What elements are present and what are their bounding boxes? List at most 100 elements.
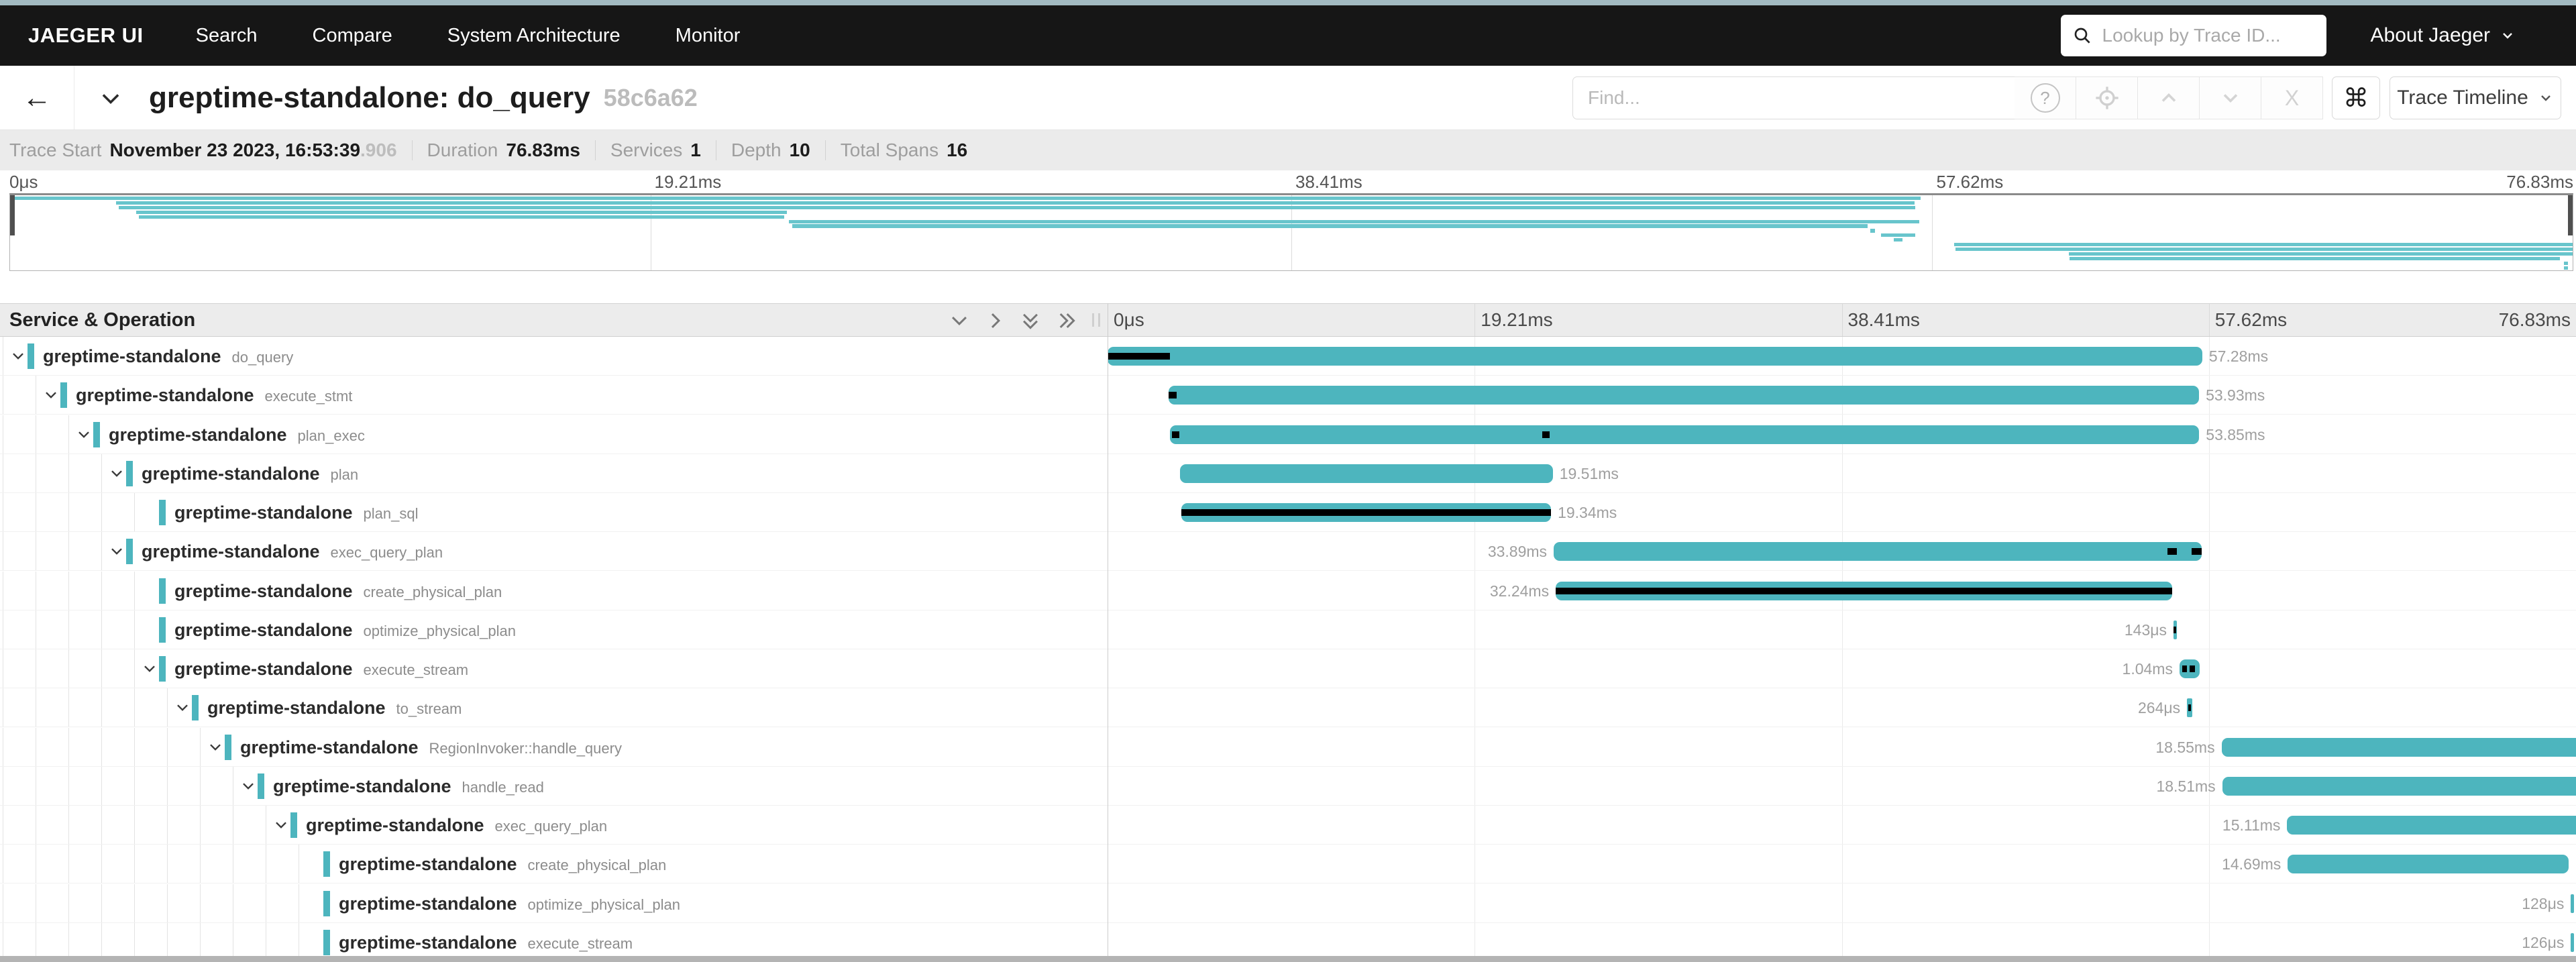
- find-box[interactable]: [1572, 76, 2015, 119]
- collapse-all-icon[interactable]: [1018, 309, 1042, 335]
- collapse-one-icon[interactable]: [947, 309, 971, 335]
- span-duration-bar[interactable]: [1108, 347, 2202, 366]
- nav-item-search[interactable]: Search: [196, 25, 258, 47]
- service-color-bar: [323, 891, 330, 916]
- span-service-name[interactable]: greptime-standaloneto_stream: [207, 688, 462, 727]
- span-service-name[interactable]: greptime-standaloneoptimize_physical_pla…: [339, 884, 680, 923]
- span-duration-bar[interactable]: [2288, 855, 2569, 873]
- back-button[interactable]: ←: [0, 66, 74, 129]
- span-collapse-chevron[interactable]: [42, 386, 60, 407]
- span-row[interactable]: greptime-standaloneplan_sql 19.34ms: [0, 493, 2576, 532]
- find-input[interactable]: [1587, 87, 1992, 109]
- span-duration-label: 53.85ms: [2206, 415, 2265, 454]
- service-color-bar: [159, 656, 166, 682]
- span-collapse-chevron[interactable]: [174, 699, 191, 720]
- span-service-name[interactable]: greptime-standalonehandle_read: [273, 767, 544, 806]
- span-duration-bar[interactable]: [1181, 503, 1551, 522]
- viewport-right-handle[interactable]: [2568, 195, 2573, 235]
- indent-guide: [134, 806, 135, 844]
- minimap-gridline: [1932, 195, 1933, 270]
- span-row[interactable]: greptime-standalonedo_query 57.28ms: [0, 337, 2576, 376]
- viewport-left-handle[interactable]: [10, 195, 15, 235]
- span-service-name[interactable]: greptime-standaloneplan_exec: [109, 415, 365, 454]
- ruler-tick-label: 57.62ms: [2215, 304, 2287, 336]
- span-duration-bar[interactable]: [1554, 542, 2202, 561]
- span-duration-bar[interactable]: [1169, 386, 2199, 405]
- span-service-name[interactable]: greptime-standaloneexec_query_plan: [142, 532, 443, 571]
- span-service-name[interactable]: greptime-standaloneexec_query_plan: [306, 806, 607, 845]
- find-next-button[interactable]: [2200, 76, 2261, 119]
- app-logo[interactable]: JAEGER UI: [28, 23, 144, 48]
- nav-item-system-architecture[interactable]: System Architecture: [447, 25, 621, 47]
- span-service-name[interactable]: greptime-standaloneexecute_stream: [174, 649, 468, 688]
- span-duration-bar[interactable]: [2571, 894, 2574, 913]
- nav-item-monitor[interactable]: Monitor: [676, 25, 741, 47]
- column-resize-grip[interactable]: [1092, 313, 1103, 327]
- indent-guide: [134, 767, 135, 805]
- summary-value: November 23 2023, 16:53:39: [109, 140, 360, 161]
- span-duration-bar[interactable]: [2287, 816, 2576, 835]
- horizontal-scrollbar[interactable]: [0, 956, 2576, 962]
- span-duration-bar[interactable]: [2180, 659, 2200, 678]
- span-duration-bar[interactable]: [1556, 582, 2172, 600]
- span-collapse-chevron[interactable]: [141, 660, 158, 681]
- span-service-name[interactable]: greptime-standaloneRegionInvoker::handle…: [240, 728, 622, 767]
- find-clear-button[interactable]: X: [2261, 76, 2323, 119]
- expand-one-icon[interactable]: [983, 309, 1008, 335]
- expand-all-icon[interactable]: [1055, 309, 1079, 335]
- service-color-bar: [225, 735, 231, 760]
- span-row[interactable]: greptime-standalonecreate_physical_plan3…: [0, 572, 2576, 610]
- span-collapse-chevron[interactable]: [9, 348, 27, 368]
- span-service-name[interactable]: greptime-standaloneplan_sql: [174, 493, 419, 532]
- span-duration-bar[interactable]: [2174, 621, 2177, 639]
- span-row[interactable]: greptime-standaloneplan19.51ms: [0, 454, 2576, 493]
- about-jaeger-menu[interactable]: About Jaeger: [2371, 24, 2516, 47]
- keyboard-shortcuts-button[interactable]: ⌘: [2332, 76, 2380, 119]
- find-prev-button[interactable]: [2138, 76, 2200, 119]
- span-row[interactable]: greptime-standaloneRegionInvoker::handle…: [0, 728, 2576, 767]
- span-duration-bar[interactable]: [2222, 777, 2576, 796]
- span-collapse-chevron[interactable]: [75, 426, 93, 447]
- span-collapse-chevron[interactable]: [207, 739, 224, 759]
- span-row[interactable]: greptime-standalonecreate_physical_plan1…: [0, 845, 2576, 884]
- span-row[interactable]: greptime-standalonehandle_read18.51ms: [0, 767, 2576, 806]
- span-duration-bar[interactable]: [1180, 464, 1553, 483]
- span-row[interactable]: greptime-standaloneexec_query_plan 15.11m…: [0, 806, 2576, 845]
- span-duration-label: 57.28ms: [2209, 337, 2268, 376]
- span-duration-bar[interactable]: [2187, 698, 2192, 717]
- span-row[interactable]: greptime-standaloneexec_query_plan33.89m…: [0, 532, 2576, 571]
- span-collapse-chevron[interactable]: [108, 543, 125, 564]
- view-selector[interactable]: Trace Timeline: [2390, 76, 2561, 119]
- span-row[interactable]: greptime-standaloneexecute_stmt53.93ms: [0, 376, 2576, 415]
- nav-item-compare[interactable]: Compare: [313, 25, 392, 47]
- span-service-name[interactable]: greptime-standaloneexecute_stmt: [76, 376, 352, 415]
- span-service-name[interactable]: greptime-standalonecreate_physical_plan: [339, 845, 666, 884]
- span-row[interactable]: greptime-standaloneto_stream264μs: [0, 688, 2576, 727]
- span-row[interactable]: greptime-standaloneoptimize_physical_pla…: [0, 884, 2576, 923]
- summary-label: Total Spans: [841, 140, 938, 161]
- span-duration-label: 15.11ms: [2222, 806, 2281, 845]
- span-duration-bar[interactable]: [2571, 933, 2574, 952]
- span-service-name[interactable]: greptime-standaloneplan: [142, 454, 358, 493]
- trace-collapse-chevron[interactable]: [98, 86, 123, 115]
- span-row[interactable]: greptime-standaloneoptimize_physical_pla…: [0, 610, 2576, 649]
- span-service-name[interactable]: greptime-standaloneoptimize_physical_pla…: [174, 610, 516, 649]
- span-row[interactable]: greptime-standaloneplan_exec 53.85ms: [0, 415, 2576, 454]
- span-duration-label: 19.34ms: [1558, 493, 1617, 532]
- span-collapse-chevron[interactable]: [108, 465, 125, 486]
- span-row[interactable]: greptime-standaloneexecute_stream1.04ms: [0, 649, 2576, 688]
- service-color-bar: [93, 422, 100, 447]
- critical-path-segment: [2192, 548, 2201, 555]
- span-collapse-chevron[interactable]: [272, 816, 290, 837]
- trace-lookup-input[interactable]: [2101, 24, 2305, 47]
- span-collapse-chevron[interactable]: [239, 778, 257, 798]
- find-help-button[interactable]: ?: [2015, 76, 2076, 119]
- trace-lookup-box[interactable]: [2061, 15, 2326, 56]
- span-duration-bar[interactable]: [2222, 738, 2576, 757]
- service-color-bar: [159, 578, 166, 604]
- span-duration-bar[interactable]: [1170, 425, 2199, 444]
- span-service-name[interactable]: greptime-standalonecreate_physical_plan: [174, 572, 502, 610]
- find-focus-button[interactable]: [2076, 76, 2138, 119]
- span-service-name[interactable]: greptime-standalonedo_query: [43, 337, 293, 376]
- minimap-canvas[interactable]: [9, 193, 2573, 271]
